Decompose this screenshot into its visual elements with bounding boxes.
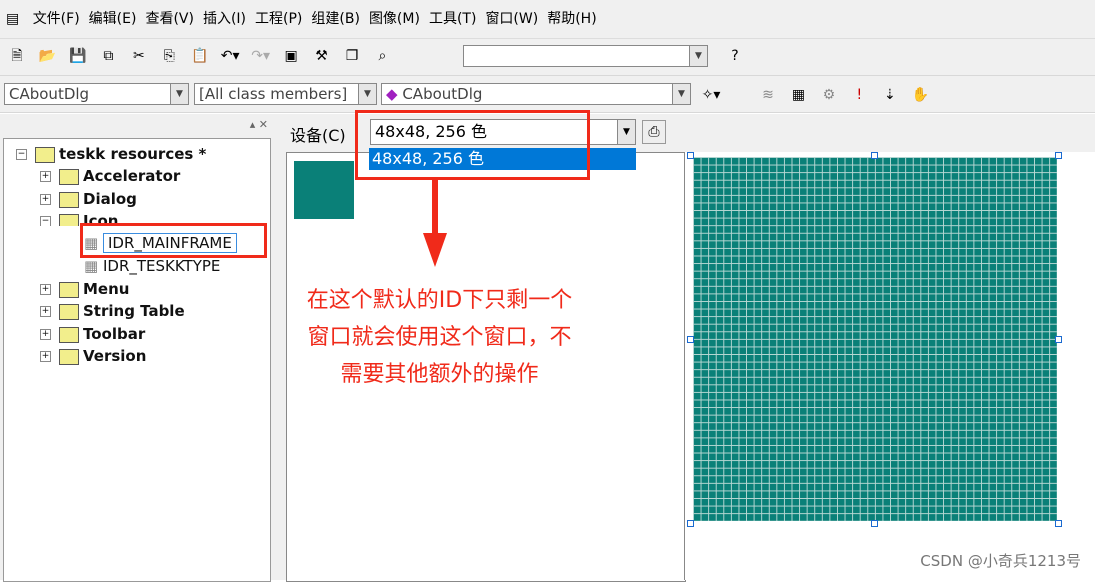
resize-handle[interactable] [687,152,694,159]
chevron-down-icon[interactable]: ▼ [617,120,635,144]
class-combo[interactable]: CAboutDlg ▼ [4,83,189,105]
menu-edit[interactable]: 编辑(E) [89,0,137,38]
members-combo[interactable]: [All class members] ▼ [194,83,377,105]
chevron-down-icon[interactable]: ▼ [672,84,690,104]
function-combo[interactable]: ◆ CAboutDlg ▼ [381,83,691,105]
device-label: 设备(C) [290,126,346,145]
resize-handle[interactable] [871,152,878,159]
menu-window[interactable]: 窗口(W) [485,0,538,38]
tree-item-version[interactable]: + Version [40,347,146,365]
workspace-icon[interactable]: ▣ [280,45,302,67]
resize-handle[interactable] [871,520,878,527]
menu-file[interactable]: 文件(F) [33,0,80,38]
annotation-line: 需要其他额外的操作 [340,362,539,387]
menu-insert[interactable]: 插入(I) [203,0,246,38]
icon-preview [294,161,354,219]
save-all-icon[interactable]: ⧉ [97,45,119,67]
new-file-icon[interactable]: 🗎 [6,45,28,67]
step-icon[interactable]: ⇣ [879,84,901,106]
find-combo[interactable]: ▼ [463,45,708,67]
chevron-down-icon[interactable]: ▼ [689,46,707,66]
menu-project[interactable]: 工程(P) [255,0,302,38]
new-device-image-icon[interactable]: ⎙ [642,120,666,144]
cut-icon[interactable]: ✂ [128,45,150,67]
wizard-bar: CAboutDlg ▼ [All class members] ▼ ◆ CAbout… [0,76,1095,113]
tree-item-toolbar[interactable]: + Toolbar [40,325,145,343]
redo-icon[interactable]: ↷▾ [250,45,272,67]
tree-item-idr-teskktype[interactable]: ▦ IDR_TESKKTYPE [84,257,220,275]
annotation-text: 在这个默认的ID下只剩一个 窗口就会使用这个窗口，不 需要其他额外的操作 [262,282,617,393]
search-binoculars-icon[interactable]: ? [724,45,746,67]
save-icon[interactable]: 💾 [67,45,89,67]
tree-item-accelerator[interactable]: + Accelerator [40,167,180,185]
open-icon[interactable]: 📂 [36,45,58,67]
build-icon[interactable]: ⚙ [818,84,840,106]
resize-handle[interactable] [1055,152,1062,159]
tree-item-menu[interactable]: + Menu [40,280,129,298]
tree-root[interactable]: − teskk resources * [16,145,206,163]
window-list-icon[interactable]: ❐ [341,45,363,67]
arrow-annotation [423,177,447,267]
output-icon[interactable]: ⚒ [311,45,333,67]
find-in-files-icon[interactable]: ⌕ [371,45,393,67]
annotation-line: 窗口就会使用这个窗口，不 [307,325,572,350]
highlight-box [355,110,590,180]
execute-icon[interactable]: ! [848,84,870,106]
resize-handle[interactable] [687,520,694,527]
hand-icon[interactable]: ✋ [909,84,931,106]
resize-handle[interactable] [1055,520,1062,527]
panel-close-icon[interactable]: ▴ ✕ [250,118,268,131]
menu-help[interactable]: 帮助(H) [547,0,596,38]
tree-item-dialog[interactable]: + Dialog [40,190,137,208]
menu-tools[interactable]: 工具(T) [429,0,476,38]
pixel-grid-canvas[interactable] [693,157,1057,521]
class-value: CAboutDlg [9,85,90,103]
watermark: CSDN @小奇兵1213号 [920,552,1081,570]
resize-handle[interactable] [687,336,694,343]
copy-icon[interactable]: ⎘ [158,45,180,67]
menu-build[interactable]: 组建(B) [311,0,360,38]
function-value: CAboutDlg [402,85,483,103]
paste-icon[interactable]: 📋 [189,45,211,67]
highlight-box [80,223,267,258]
menu-bar: ▤ 文件(F) 编辑(E) 查看(V) 插入(I) 工程(P) 组建(B) 图像(M) 工具(… [0,0,1095,39]
workspace-panel: ▴ ✕ − teskk resources * + Accelerator + Dia… [0,114,272,582]
grid-icon[interactable]: ▦ [787,84,809,106]
app-icon: ▤ [6,11,20,27]
resource-tree: − teskk resources * + Accelerator + Dialog … [3,138,271,582]
resize-handle[interactable] [1055,336,1062,343]
standard-toolbar: 🗎 📂 💾 ⧉ ✂ ⎘ 📋 ↶▾ ↷▾ ▣ ⚒ ❐ ⌕ ▼ ? [0,39,1095,76]
method-icon: ◆ [386,85,398,103]
menu-view[interactable]: 查看(V) [145,0,194,38]
members-value: [All class members] [199,85,348,103]
annotation-line: 在这个默认的ID下只剩一个 [306,288,573,313]
chevron-down-icon[interactable]: ▼ [358,84,376,104]
undo-icon[interactable]: ↶▾ [219,45,241,67]
chevron-down-icon[interactable]: ▼ [170,84,188,104]
tree-item-string-table[interactable]: + String Table [40,302,185,320]
class-wizard-icon[interactable]: ≋ [757,84,779,106]
wizard-wand-icon[interactable]: ✧▾ [700,84,722,106]
menu-image[interactable]: 图像(M) [369,0,420,38]
